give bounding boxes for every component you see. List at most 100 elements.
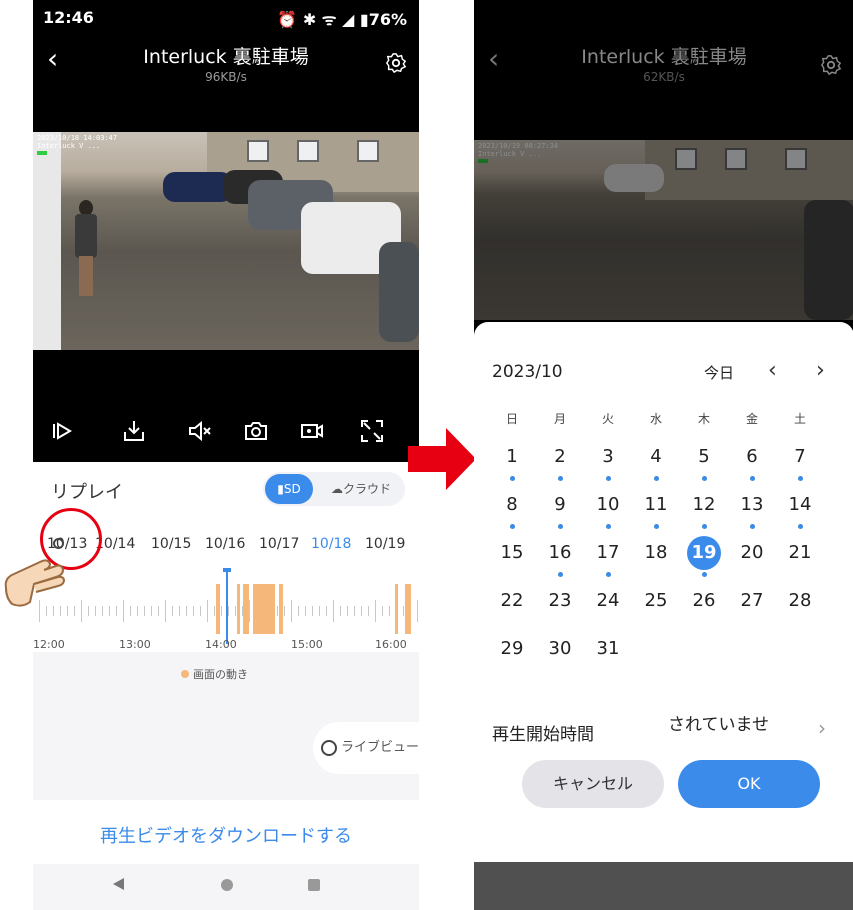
recording-indicator-dot	[557, 572, 563, 577]
date-item[interactable]: 10/17	[259, 536, 299, 552]
timeline-tick	[172, 606, 173, 616]
source-sd-tab[interactable]: ▮SD	[265, 474, 313, 504]
recording-indicator-dot	[701, 524, 707, 529]
calendar-day[interactable]: 9	[543, 488, 577, 522]
legend-dot	[181, 670, 189, 678]
calendar-day[interactable]: 2	[543, 440, 577, 474]
timeline-tick	[158, 606, 159, 616]
recording-indicator-dot	[605, 524, 611, 529]
snapshot-icon[interactable]	[243, 418, 269, 444]
timeline-cursor[interactable]	[226, 570, 228, 644]
sd-label: SD	[283, 482, 301, 496]
gear-icon[interactable]	[820, 54, 842, 76]
time-label: 15:00	[291, 638, 323, 651]
time-label: 16:00	[375, 638, 407, 651]
calendar-day[interactable]: 3	[591, 440, 625, 474]
calendar-day[interactable]: 5	[687, 440, 721, 474]
calendar-day[interactable]: 21	[783, 536, 817, 570]
calendar-day[interactable]: 11	[639, 488, 673, 522]
timeline-tick	[291, 600, 292, 622]
recording-indicator-dot	[701, 572, 707, 577]
timeline-tick	[165, 600, 166, 622]
calendar-day[interactable]: 12	[687, 488, 721, 522]
calendar-day[interactable]: 14	[783, 488, 817, 522]
calendar-day[interactable]: 4	[639, 440, 673, 474]
download-icon[interactable]	[121, 418, 147, 444]
recording-indicator-dot	[557, 476, 563, 481]
recording-indicator-dot	[749, 524, 755, 529]
calendar-day[interactable]: 7	[783, 440, 817, 474]
calendar-day[interactable]: 29	[495, 632, 529, 666]
calendar-day[interactable]: 15	[495, 536, 529, 570]
recording-indicator-dot	[653, 524, 659, 529]
timeline-tick	[235, 606, 236, 616]
timeline-tick	[417, 600, 418, 622]
calendar-day[interactable]: 25	[639, 584, 673, 618]
date-item[interactable]: 10/16	[205, 536, 245, 552]
calendar-day[interactable]: 30	[543, 632, 577, 666]
calendar-day[interactable]: 22	[495, 584, 529, 618]
today-button[interactable]: 今日	[704, 362, 734, 383]
cancel-button[interactable]: キャンセル	[522, 760, 664, 808]
start-time-value[interactable]: されていませ	[668, 710, 769, 735]
bitrate-text: 62KB/s	[643, 70, 685, 84]
calendar-day[interactable]: 27	[735, 584, 769, 618]
calendar-day[interactable]: 8	[495, 488, 529, 522]
time-label: 13:00	[119, 638, 151, 651]
fullscreen-icon[interactable]	[359, 418, 385, 444]
date-item-active[interactable]: 10/18	[311, 536, 351, 552]
timeline-tick	[284, 606, 285, 616]
chevron-right-icon[interactable]: ›	[818, 716, 826, 740]
date-item[interactable]: 10/15	[151, 536, 191, 552]
timeline-tick	[228, 606, 229, 616]
timeline[interactable]	[33, 568, 419, 644]
timeline-tick	[347, 606, 348, 616]
calendar-day[interactable]: 31	[591, 632, 625, 666]
calendar-day[interactable]: 17	[591, 536, 625, 570]
video-player[interactable]: 2023/10/19 08:27:34 Interluck V ...	[474, 140, 853, 320]
calendar-day[interactable]: 24	[591, 584, 625, 618]
slow-play-icon[interactable]	[51, 418, 77, 444]
calendar-day[interactable]: 6	[735, 440, 769, 474]
calendar-day[interactable]: 20	[735, 536, 769, 570]
record-icon[interactable]	[299, 418, 325, 444]
calendar-day[interactable]: 1	[495, 440, 529, 474]
cloud-label: クラウド	[342, 482, 391, 496]
calendar-day[interactable]: 26	[687, 584, 721, 618]
nav-recent-icon[interactable]	[308, 879, 320, 891]
source-cloud-tab[interactable]: ☁クラウド	[319, 474, 403, 504]
weekday-label: 土	[793, 412, 806, 426]
timeline-tick	[403, 606, 404, 616]
sd-card-icon: ▮	[277, 482, 284, 496]
video-player[interactable]: 2023/10/18 14:03:47 Interluck V ...	[33, 132, 419, 350]
calendar-day[interactable]: 13	[735, 488, 769, 522]
start-time-label: 再生開始時間	[492, 725, 594, 745]
timeline-tick	[207, 600, 208, 622]
bitrate-text: 96KB/s	[205, 70, 247, 84]
prev-month-icon[interactable]: ‹	[768, 358, 777, 383]
back-button[interactable]: ‹	[488, 44, 508, 74]
gear-icon[interactable]	[385, 52, 407, 74]
calendar-day[interactable]: 18	[639, 536, 673, 570]
mute-icon[interactable]	[187, 418, 213, 444]
timeline-tick	[102, 606, 103, 616]
nav-home-icon[interactable]	[221, 879, 233, 891]
timeline-tick	[95, 606, 96, 616]
live-view-button[interactable]: ライブビュー	[313, 722, 419, 774]
ok-button[interactable]: OK	[678, 760, 820, 808]
calendar-day-selected[interactable]: 19	[687, 536, 721, 570]
timeline-tick	[361, 606, 362, 616]
date-item[interactable]: 10/19	[365, 536, 405, 552]
calendar-day[interactable]: 10	[591, 488, 625, 522]
timeline-tick	[81, 600, 82, 622]
back-button[interactable]: ‹	[47, 44, 67, 74]
calendar-day[interactable]: 28	[783, 584, 817, 618]
calendar-day[interactable]: 16	[543, 536, 577, 570]
timeline-tick	[389, 606, 390, 616]
video-building	[645, 140, 853, 200]
status-indicators: ⏰ ✱ ᯤ ◢ ▮76%	[277, 10, 407, 29]
next-month-icon[interactable]: ›	[816, 358, 825, 383]
calendar-day[interactable]: 23	[543, 584, 577, 618]
download-video-link[interactable]: 再生ビデオをダウンロードする	[33, 822, 419, 848]
nav-back-icon[interactable]	[113, 878, 124, 890]
